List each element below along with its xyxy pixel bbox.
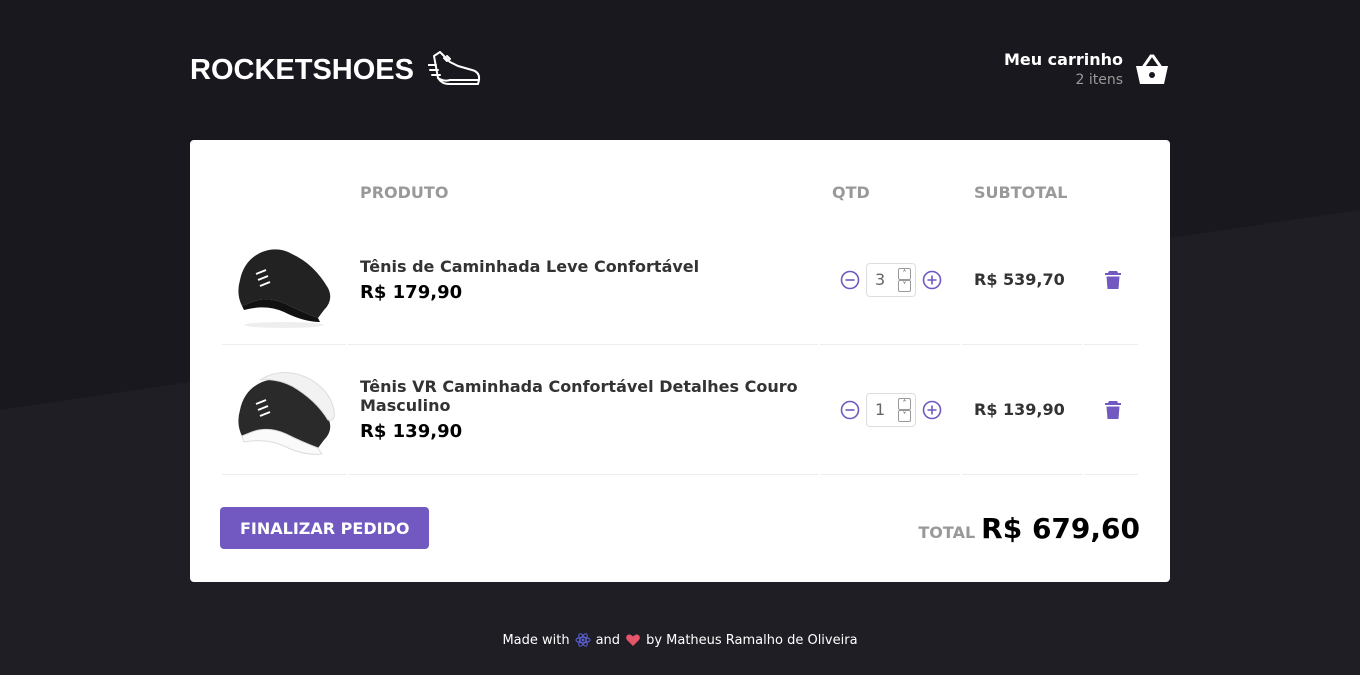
cart-count: 2 itens (1075, 72, 1123, 88)
header-delete-spacer (1084, 170, 1138, 215)
quantity-input[interactable]: 3 ˄ ˅ (866, 262, 916, 297)
plus-circle-icon[interactable] (921, 399, 943, 421)
table-header-row: PRODUTO QTD SUBTOTAL (222, 170, 1138, 215)
react-icon (575, 633, 591, 647)
quantity-cell: 1 ˄ ˅ (820, 345, 960, 475)
order-total: TOTAL R$ 679,60 (918, 512, 1140, 545)
site-header: ROCKETSHOES Meu carrinho 2 itens (190, 0, 1170, 140)
spin-up-icon[interactable]: ˄ (898, 267, 911, 280)
credit-line: Made with and by Matheus Ramalho de Oliv… (190, 632, 1170, 648)
product-image (238, 371, 335, 455)
item-subtotal: R$ 539,70 (974, 270, 1065, 289)
table-row: Tênis de Caminhada Leve Confortável R$ 1… (222, 215, 1138, 345)
quantity-stepper: 1 ˄ ˅ (820, 392, 960, 427)
page-container: ROCKETSHOES Meu carrinho 2 itens PRODUTO… (190, 0, 1170, 648)
product-image-cell (222, 215, 346, 345)
brand-logo[interactable]: ROCKETSHOES (190, 50, 482, 90)
brand-name: ROCKETSHOES (190, 53, 414, 86)
header-qty-label: QTD (832, 183, 870, 202)
product-title: Tênis de Caminhada Leve Confortável (360, 256, 700, 276)
table-row: Tênis VR Caminhada Confortável Detalhes … (222, 345, 1138, 475)
quantity-stepper: 3 ˄ ˅ (820, 262, 960, 297)
quantity-spinner[interactable]: ˄ ˅ (898, 267, 911, 292)
heart-icon (626, 634, 640, 646)
header-subtotal-label: SUBTOTAL (974, 183, 1068, 202)
spin-down-icon[interactable]: ˅ (898, 409, 911, 422)
total-label: TOTAL (918, 522, 976, 542)
header-image-spacer (222, 170, 346, 215)
cart-info: Meu carrinho 2 itens (1004, 50, 1123, 90)
basket-icon (1136, 54, 1168, 84)
delete-cell (1084, 215, 1138, 345)
quantity-value: 1 (875, 400, 886, 419)
trash-icon[interactable] (1104, 400, 1122, 420)
trash-icon[interactable] (1104, 270, 1122, 290)
spin-down-icon[interactable]: ˅ (898, 279, 911, 292)
product-image (238, 248, 331, 328)
credit-made-with: Made with (502, 632, 570, 648)
subtotal-cell: R$ 139,90 (962, 345, 1082, 475)
cart-table: PRODUTO QTD SUBTOTAL Tênis de Caminhada … (220, 170, 1140, 475)
product-title: Tênis VR Caminhada Confortável Detalhes … (360, 377, 798, 415)
product-image-cell (222, 345, 346, 475)
quantity-value: 3 (875, 270, 886, 289)
quantity-spinner[interactable]: ˄ ˅ (898, 397, 911, 422)
plus-circle-icon[interactable] (921, 269, 943, 291)
product-info-cell: Tênis VR Caminhada Confortável Detalhes … (348, 345, 818, 475)
minus-circle-icon[interactable] (839, 399, 861, 421)
product-price: R$ 139,90 (360, 421, 463, 442)
finish-order-button[interactable]: FINALIZAR PEDIDO (220, 507, 430, 549)
cart-link[interactable]: Meu carrinho 2 itens (1004, 50, 1170, 90)
header-product: PRODUTO (348, 170, 818, 215)
sneaker-logo-icon (427, 51, 481, 85)
header-qty: QTD (820, 170, 960, 215)
spin-up-icon[interactable]: ˄ (898, 397, 911, 410)
product-info-cell: Tênis de Caminhada Leve Confortável R$ 1… (348, 215, 818, 345)
minus-circle-icon[interactable] (839, 269, 861, 291)
credit-author: by Matheus Ramalho de Oliveira (646, 632, 858, 648)
item-subtotal: R$ 139,90 (974, 400, 1065, 419)
header-product-label: PRODUTO (360, 183, 449, 202)
quantity-input[interactable]: 1 ˄ ˅ (866, 392, 916, 427)
cart-title: Meu carrinho (1003, 50, 1123, 69)
total-value: R$ 679,60 (981, 511, 1140, 545)
credit-and: and (595, 632, 621, 648)
header-subtotal: SUBTOTAL (962, 170, 1082, 215)
cart-card: PRODUTO QTD SUBTOTAL Tênis de Caminhada … (190, 140, 1170, 582)
subtotal-cell: R$ 539,70 (962, 215, 1082, 345)
delete-cell (1084, 345, 1138, 475)
quantity-cell: 3 ˄ ˅ (820, 215, 960, 345)
product-price: R$ 179,90 (360, 281, 463, 303)
cart-footer: FINALIZAR PEDIDO TOTAL R$ 679,60 (220, 507, 1140, 549)
